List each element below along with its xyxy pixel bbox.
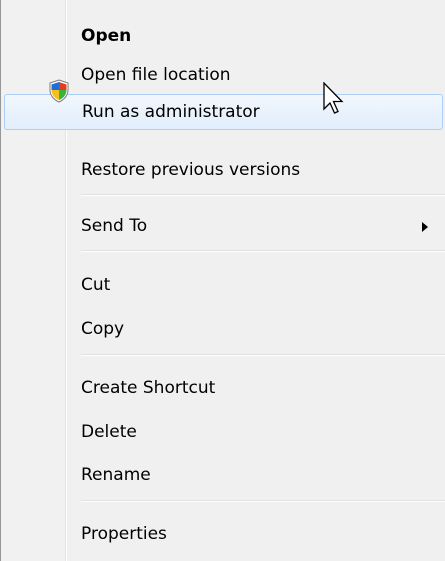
menu-separator (81, 194, 445, 196)
menu-item-restore-previous-versions[interactable]: Restore previous versions (67, 152, 445, 188)
context-menu: Open Open file location Run as administr… (0, 0, 445, 561)
submenu-arrow-icon (422, 222, 428, 232)
menu-item-open-file-location[interactable]: Open file location (67, 57, 445, 93)
menu-item-open[interactable]: Open (67, 18, 445, 54)
menu-item-copy[interactable]: Copy (67, 311, 445, 347)
menu-separator (81, 354, 445, 356)
menu-item-create-shortcut[interactable]: Create Shortcut (67, 370, 445, 406)
mouse-cursor-icon (323, 82, 344, 114)
menu-item-rename[interactable]: Rename (67, 457, 445, 493)
menu-item-cut[interactable]: Cut (67, 267, 445, 303)
uac-shield-icon (49, 79, 69, 103)
menu-separator (81, 250, 445, 252)
menu-separator (81, 500, 445, 502)
menu-item-send-to[interactable]: Send To (67, 208, 445, 244)
menu-item-properties[interactable]: Properties (67, 516, 445, 552)
menu-item-delete[interactable]: Delete (67, 414, 445, 450)
